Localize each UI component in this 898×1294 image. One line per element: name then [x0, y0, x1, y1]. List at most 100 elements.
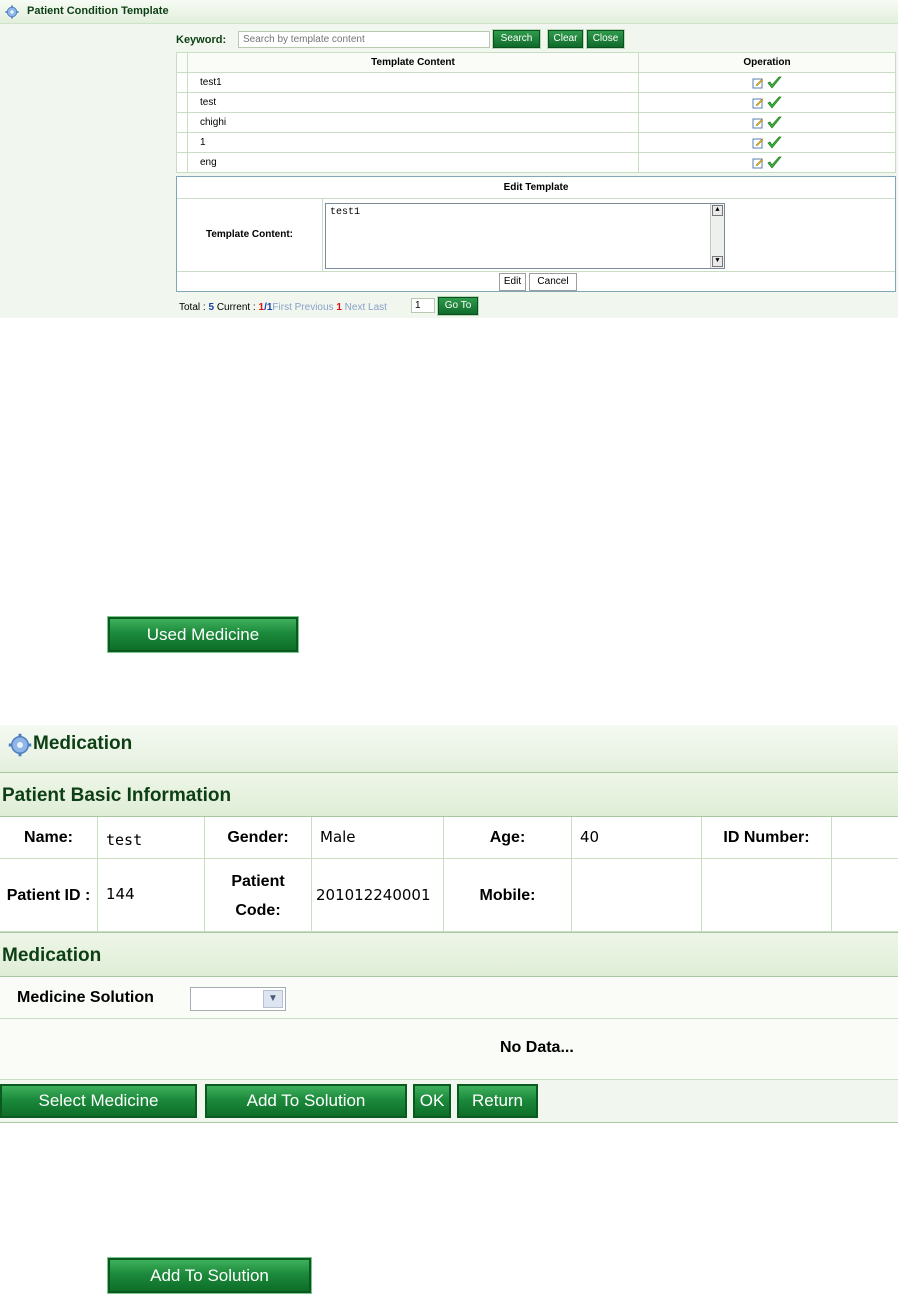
- medication-title: Medication: [33, 733, 133, 754]
- table-row[interactable]: 1: [176, 132, 896, 153]
- edit-icon[interactable]: [752, 157, 764, 169]
- return-button[interactable]: Return: [457, 1084, 538, 1118]
- edit-icon[interactable]: [752, 137, 764, 149]
- last-page-link[interactable]: Last: [368, 302, 387, 313]
- scroll-up-arrow-icon[interactable]: ▲: [712, 205, 723, 216]
- gender-value: Male: [312, 817, 444, 859]
- template-table: Template Content Operation test1 test ch…: [176, 52, 896, 173]
- template-content-cell: test: [187, 92, 639, 113]
- operation-cell: [638, 72, 896, 93]
- patient-basic-info-header: Patient Basic Information: [0, 772, 898, 817]
- patient-code-label-line1: Patient: [231, 873, 285, 890]
- template-content-cell: test1: [187, 72, 639, 93]
- id-number-label: ID Number:: [702, 817, 832, 859]
- pagination: Total : 5 Current : 1/1First Previous 1 …: [179, 302, 387, 313]
- table-header-index: [176, 52, 188, 73]
- operation-cell: [638, 112, 896, 133]
- cancel-button[interactable]: Cancel: [529, 273, 577, 291]
- next-page-link[interactable]: Next: [345, 302, 366, 313]
- ok-button[interactable]: OK: [413, 1084, 451, 1118]
- edit-template-footer: Edit Cancel: [177, 271, 895, 291]
- operation-cell: [638, 152, 896, 173]
- patient-code-label: Patient Code:: [205, 859, 312, 932]
- patient-code-label-line2: Code:: [235, 902, 281, 919]
- patient-info-grid: Name: test Gender: Male Age: 40 ID Numbe…: [0, 817, 898, 932]
- total-count: 5: [208, 302, 215, 313]
- mobile-label: Mobile:: [444, 859, 572, 932]
- name-label: Name:: [0, 817, 98, 859]
- total-label: Total :: [179, 302, 206, 313]
- previous-page-link[interactable]: Previous: [295, 302, 334, 313]
- edit-icon[interactable]: [752, 117, 764, 129]
- age-label: Age:: [444, 817, 572, 859]
- scroll-down-arrow-icon[interactable]: ▼: [712, 256, 723, 267]
- patient-id-value: 144: [98, 859, 205, 932]
- page-number-link[interactable]: 1: [336, 302, 342, 313]
- medicine-list-area: No Data...: [0, 1019, 898, 1080]
- patient-code-value: 201012240001: [312, 859, 444, 932]
- used-medicine-button[interactable]: Used Medicine: [107, 616, 299, 653]
- medicine-solution-select[interactable]: ▼: [190, 987, 286, 1011]
- empty-cell: [832, 859, 898, 932]
- textarea-scrollbar[interactable]: ▲ ▼: [710, 204, 724, 268]
- add-to-solution-standalone-button[interactable]: Add To Solution: [107, 1257, 312, 1294]
- chevron-down-icon[interactable]: ▼: [263, 990, 283, 1008]
- template-content-cell: chighi: [187, 112, 639, 133]
- medicine-solution-label: Medicine Solution: [17, 989, 154, 1006]
- edit-button[interactable]: Edit: [499, 273, 526, 291]
- name-value: test: [98, 817, 205, 859]
- operation-cell: [638, 92, 896, 113]
- apply-check-icon[interactable]: [767, 136, 782, 150]
- column-header-operation: Operation: [638, 52, 896, 73]
- add-to-solution-button[interactable]: Add To Solution: [205, 1084, 407, 1118]
- id-number-value: [832, 817, 898, 859]
- patient-id-label: Patient ID :: [0, 859, 98, 932]
- section-title: Patient Basic Information: [2, 785, 232, 806]
- table-header-row: Template Content Operation: [176, 52, 896, 73]
- edit-icon[interactable]: [752, 97, 764, 109]
- medication-section-header: Medication: [0, 932, 898, 977]
- current-label: Current :: [216, 302, 256, 313]
- medicine-solution-row: Medicine Solution ▼: [0, 978, 898, 1019]
- gear-icon: [8, 733, 32, 757]
- section-title: Medication: [2, 945, 102, 966]
- template-content-textarea[interactable]: test1 ▲ ▼: [325, 203, 725, 269]
- no-data-text: No Data...: [500, 1039, 574, 1056]
- first-page-link[interactable]: First: [272, 302, 291, 313]
- select-medicine-button[interactable]: Select Medicine: [0, 1084, 197, 1118]
- panel-title: Patient Condition Template: [27, 5, 169, 17]
- panel-titlebar: Patient Condition Template: [0, 0, 898, 24]
- age-value: 40: [572, 817, 702, 859]
- gender-label: Gender:: [205, 817, 312, 859]
- medication-action-bar: Select Medicine Add To Solution OK Retur…: [0, 1080, 898, 1123]
- edit-icon[interactable]: [752, 77, 764, 89]
- keyword-search-input[interactable]: [238, 31, 490, 48]
- apply-check-icon[interactable]: [767, 76, 782, 90]
- table-row[interactable]: test1: [176, 72, 896, 93]
- clear-button[interactable]: Clear: [547, 29, 584, 49]
- close-button[interactable]: Close: [586, 29, 625, 49]
- mobile-value: [572, 859, 702, 932]
- empty-cell: [702, 859, 832, 932]
- apply-check-icon[interactable]: [767, 96, 782, 110]
- column-header-template-content: Template Content: [187, 52, 639, 73]
- apply-check-icon[interactable]: [767, 116, 782, 130]
- operation-cell: [638, 132, 896, 153]
- gear-icon: [5, 5, 19, 19]
- template-content-cell: 1: [187, 132, 639, 153]
- keyword-label: Keyword:: [176, 34, 227, 46]
- edit-template-header: Edit Template: [177, 177, 895, 199]
- search-button[interactable]: Search: [492, 29, 541, 49]
- table-row[interactable]: test: [176, 92, 896, 113]
- goto-page-input[interactable]: [411, 298, 435, 313]
- table-row[interactable]: eng: [176, 152, 896, 173]
- goto-button[interactable]: Go To: [437, 296, 479, 316]
- edit-template-form: Edit Template Template Content: test1 ▲ …: [176, 176, 896, 292]
- patient-condition-template-panel: Patient Condition Template Keyword: Sear…: [0, 0, 898, 318]
- template-content-label: Template Content:: [177, 199, 323, 271]
- apply-check-icon[interactable]: [767, 156, 782, 170]
- medication-titlebar: Medication: [0, 725, 898, 772]
- template-content-cell: eng: [187, 152, 639, 173]
- medication-panel: Medication Patient Basic Information Nam…: [0, 725, 898, 1125]
- table-row[interactable]: chighi: [176, 112, 896, 133]
